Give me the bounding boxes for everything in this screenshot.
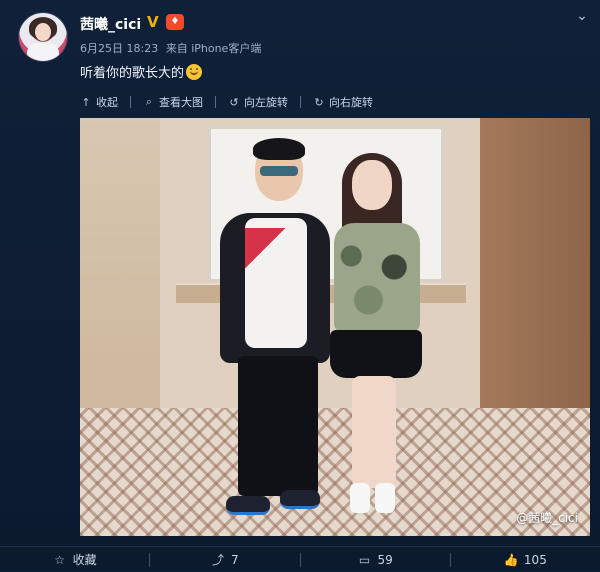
photo-man-shirt-graphic	[245, 228, 285, 288]
post-photo[interactable]: @茜曦_cici	[80, 118, 590, 536]
comment-count: 59	[377, 552, 393, 567]
photo-floor	[80, 408, 590, 536]
share-icon: ⤴	[212, 553, 225, 567]
user-avatar[interactable]	[18, 12, 68, 62]
avatar-shirt	[27, 43, 59, 61]
toolbar-divider	[300, 96, 301, 108]
photo-woman-legs	[352, 376, 396, 488]
collapse-button[interactable]: ↑ 收起	[80, 94, 118, 110]
view-large-label: 查看大图	[159, 96, 203, 109]
share-button[interactable]: ⤴ 7	[150, 552, 299, 568]
username[interactable]: 茜曦_cici	[80, 14, 141, 34]
photo-watermark: @茜曦_cici	[516, 511, 578, 525]
collapse-label: 收起	[96, 96, 118, 109]
photo-woman-head	[352, 160, 392, 210]
post-text-content: 听着你的歌长大的	[80, 66, 185, 81]
photo-man-pants	[238, 356, 318, 496]
verified-icon: V	[147, 13, 159, 31]
photo-woman-camo-top	[334, 223, 420, 333]
share-count: 7	[231, 552, 239, 567]
photo-woman-skirt	[330, 330, 422, 378]
avatar-face	[35, 23, 51, 41]
arrow-up-icon: ↑	[81, 95, 91, 109]
photo-woman-shoe-left	[350, 483, 370, 513]
like-button[interactable]: 👍 105	[451, 553, 600, 567]
post-date-time: 6月25日 18:23	[80, 42, 159, 55]
search-icon: ⌕	[145, 95, 153, 108]
favorite-label: 收藏	[72, 553, 97, 567]
comment-icon: ▭	[358, 552, 371, 567]
photo-man-shoe-left	[226, 496, 270, 515]
photo-man-hair	[253, 138, 305, 160]
rotate-right-icon: ↻	[314, 95, 324, 109]
toolbar-divider	[130, 96, 131, 108]
photo-wall-left	[80, 118, 162, 418]
post-actions-bar: ☆ 收藏 ⤴ 7 ▭ 59 👍 105	[0, 546, 600, 572]
like-count: 105	[523, 552, 547, 567]
rotate-left-button[interactable]: ↺ 向左旋转	[228, 94, 288, 110]
rotate-left-icon: ↺	[229, 95, 239, 109]
photo-man-shoe-right	[280, 490, 320, 509]
vip-icon: ♦	[166, 14, 184, 30]
rotate-right-button[interactable]: ↻ 向右旋转	[313, 94, 373, 110]
star-icon: ☆	[54, 552, 65, 567]
media-toolbar: ↑ 收起 ⌕ 查看大图 ↺ 向左旋转 ↻ 向右旋转	[80, 90, 373, 114]
comment-button[interactable]: ▭ 59	[301, 553, 450, 567]
toolbar-divider	[215, 96, 216, 108]
favorite-button[interactable]: ☆ 收藏	[0, 551, 149, 568]
rotate-right-label: 向右旋转	[329, 96, 373, 109]
weibo-post-card: 茜曦_cici V ♦ ⌄ 6月25日 18:23 来自 iPhone客户端 听…	[0, 0, 600, 571]
laughing-emoji-icon	[186, 64, 203, 80]
post-text: 听着你的歌长大的	[80, 62, 203, 81]
chevron-down-icon[interactable]: ⌄	[574, 8, 590, 24]
rotate-left-label: 向左旋转	[244, 96, 288, 109]
post-meta: 6月25日 18:23 来自 iPhone客户端	[80, 40, 265, 56]
post-source[interactable]: 来自 iPhone客户端	[166, 42, 262, 55]
photo-man-sunglasses	[260, 166, 298, 176]
photo-woman-shoe-right	[375, 483, 395, 513]
photo-wall-right	[480, 118, 590, 418]
view-large-button[interactable]: ⌕ 查看大图	[143, 94, 203, 110]
thumbs-up-icon: 👍	[503, 552, 519, 567]
